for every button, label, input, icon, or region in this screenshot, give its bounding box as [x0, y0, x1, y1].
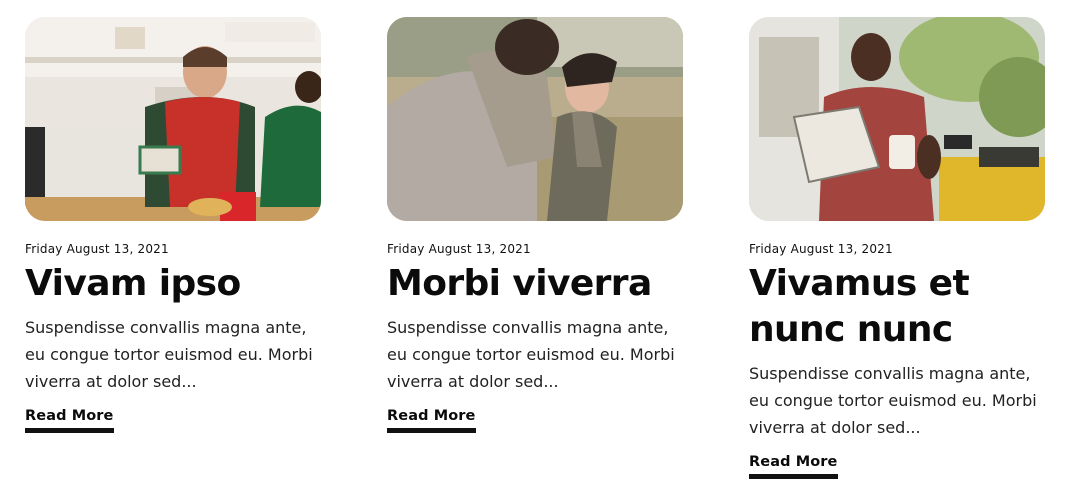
post-date: Friday August 13, 2021: [387, 242, 531, 256]
blog-post-grid: Friday August 13, 2021 Vivam ipso Suspen…: [25, 17, 1045, 479]
read-more-link[interactable]: Read More: [749, 453, 838, 479]
read-more-link[interactable]: Read More: [387, 407, 476, 433]
post-title[interactable]: Morbi viverra: [387, 261, 683, 307]
post-title[interactable]: Vivamus et nunc nunc: [749, 261, 1045, 353]
post-image-friends-laughing[interactable]: [387, 17, 683, 221]
post-image-office-party[interactable]: [25, 17, 321, 221]
post-image-man-reading-newspaper[interactable]: [749, 17, 1045, 221]
post-excerpt: Suspendisse convallis magna ante, eu con…: [387, 318, 675, 391]
post-date: Friday August 13, 2021: [25, 242, 169, 256]
blog-card: Friday August 13, 2021 Vivamus et nunc n…: [749, 17, 1045, 479]
post-date: Friday August 13, 2021: [749, 242, 893, 256]
blog-card: Friday August 13, 2021 Vivam ipso Suspen…: [25, 17, 321, 479]
blog-card: Friday August 13, 2021 Morbi viverra Sus…: [387, 17, 683, 479]
post-excerpt: Suspendisse convallis magna ante, eu con…: [749, 364, 1037, 437]
read-more-link[interactable]: Read More: [25, 407, 114, 433]
post-title[interactable]: Vivam ipso: [25, 261, 321, 307]
post-excerpt: Suspendisse convallis magna ante, eu con…: [25, 318, 313, 391]
